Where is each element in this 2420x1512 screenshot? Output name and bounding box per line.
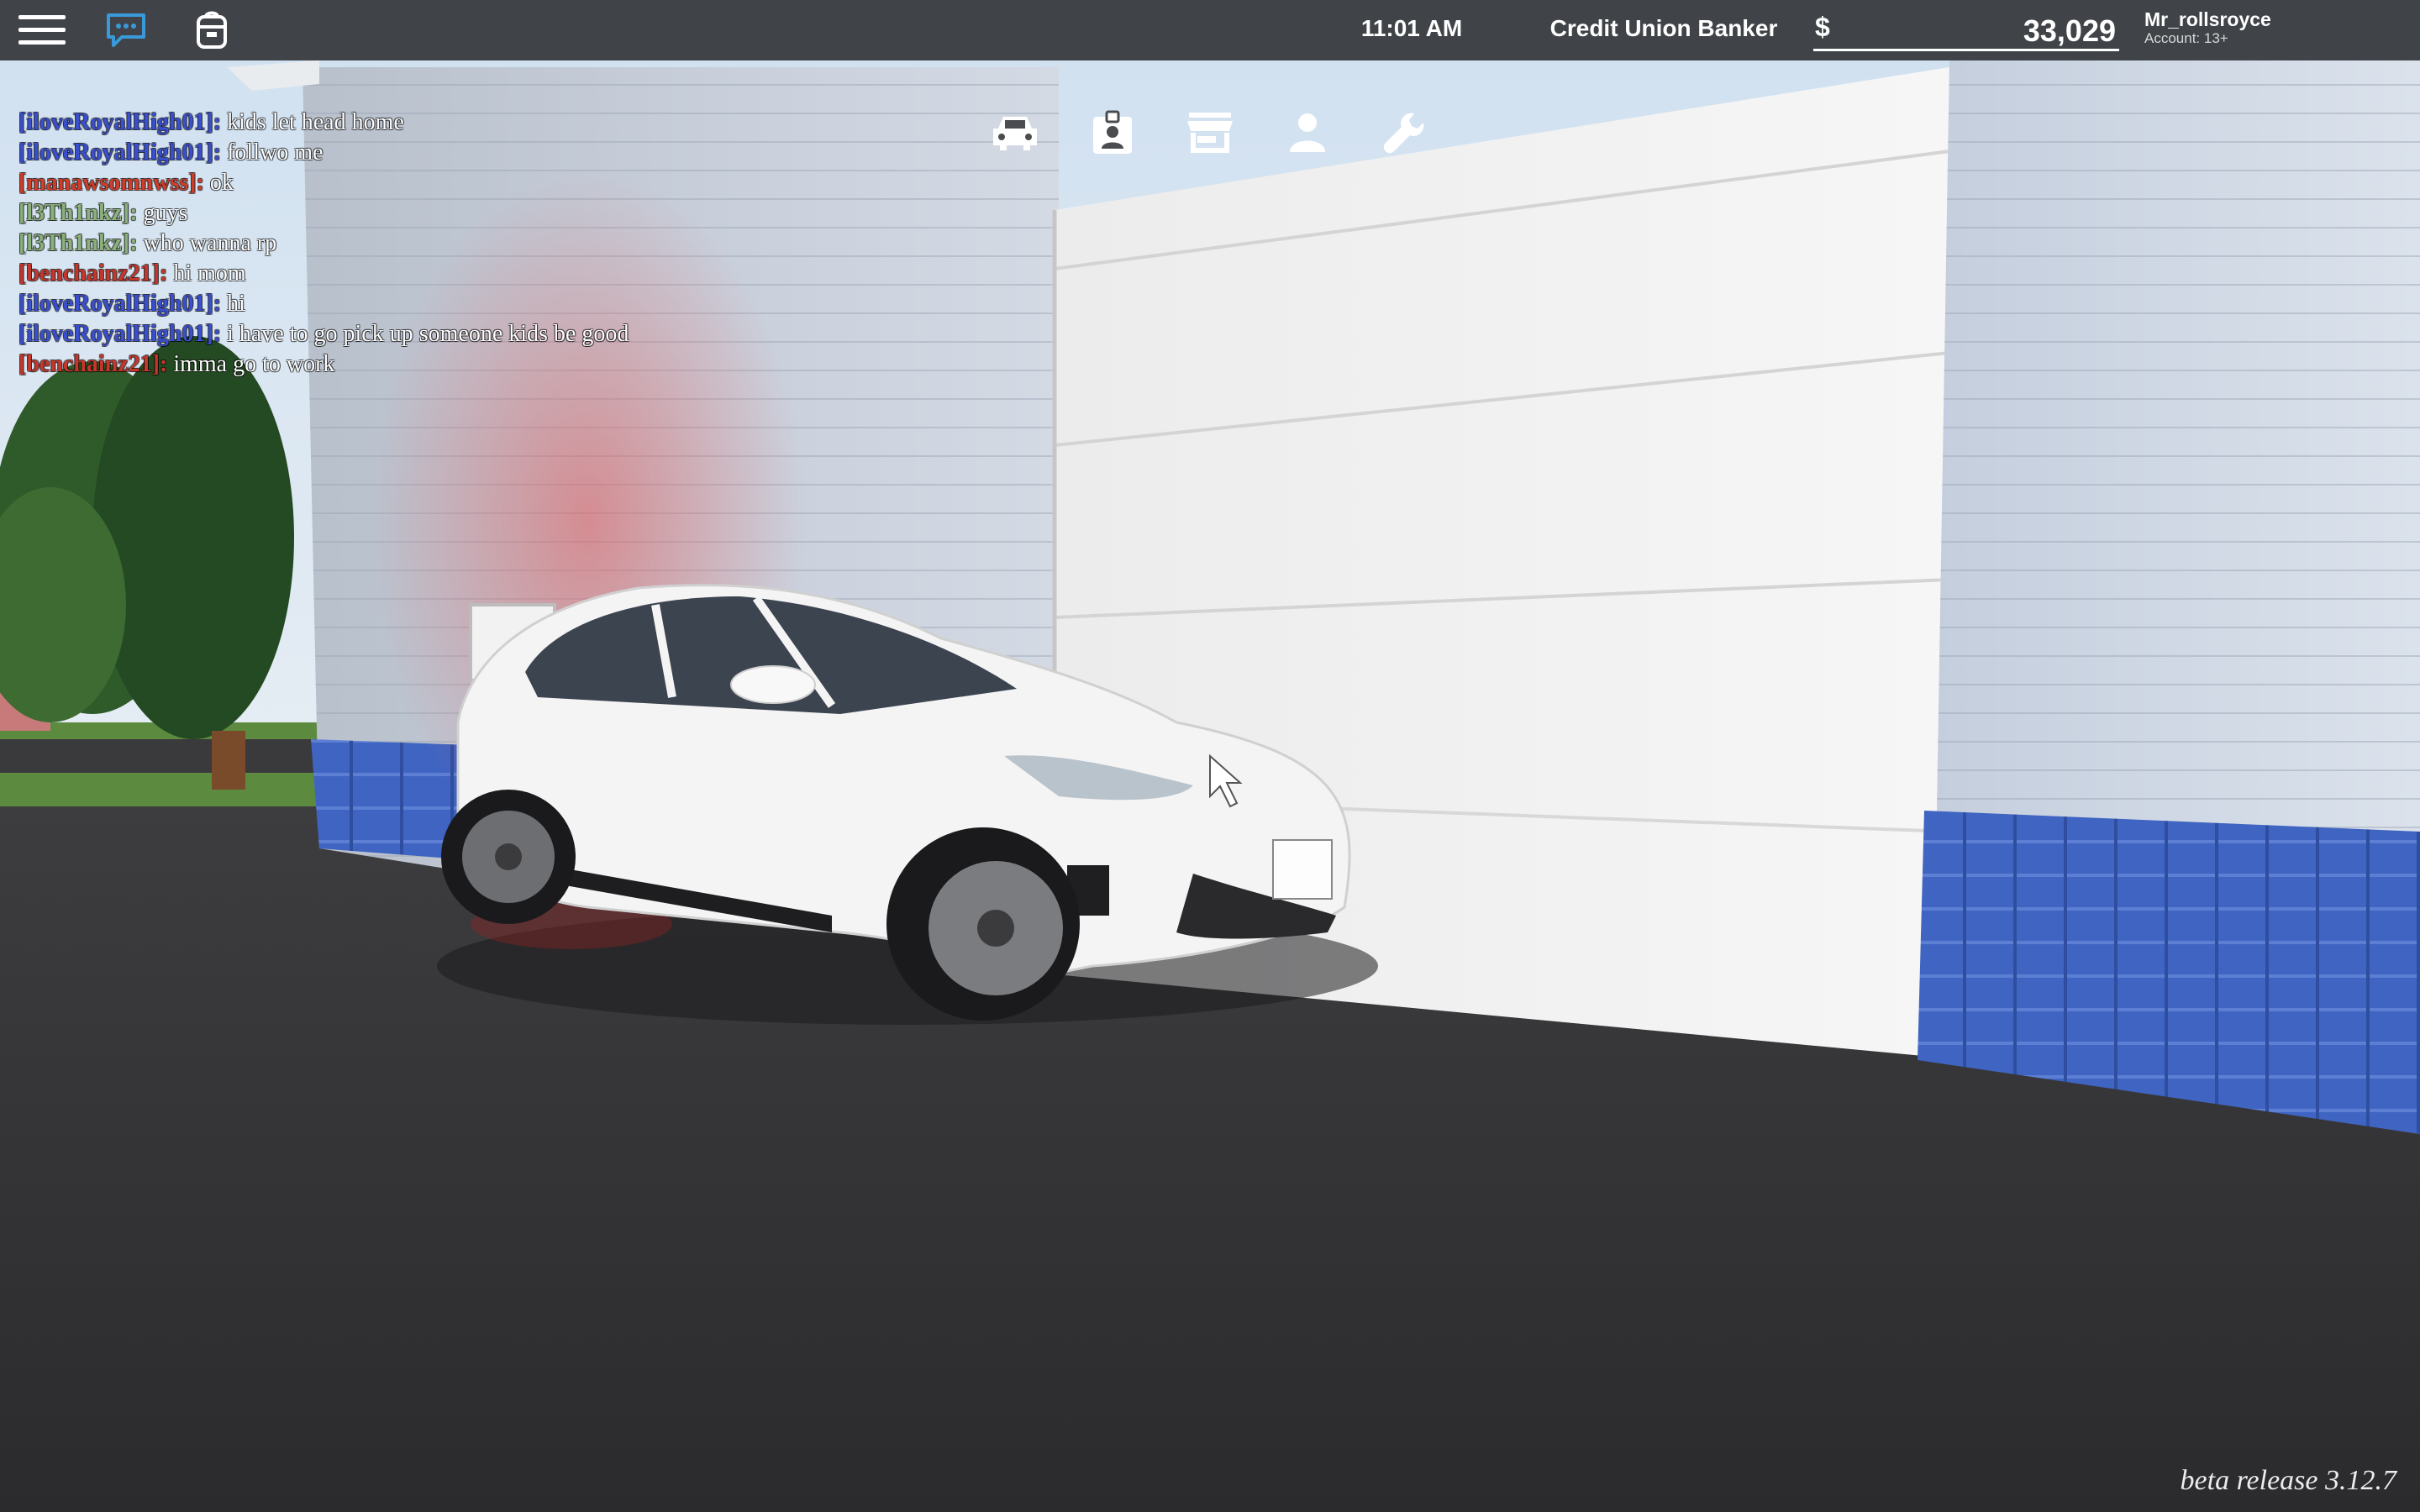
currency-symbol: $ <box>1815 12 1830 42</box>
user-info: Mr_rollsroyce Account: 13+ <box>2144 8 2396 55</box>
chat-text: kids let head home <box>227 109 404 135</box>
chat-sender: [iloveRoyalHigh01]: <box>18 321 222 347</box>
chat-text: imma go to work <box>173 351 335 377</box>
action-toolbar <box>975 99 1445 166</box>
backpack-icon[interactable] <box>182 0 242 60</box>
chat-text: hi mom <box>173 260 246 286</box>
chat-sender: [l3Th1nkz]: <box>18 200 138 226</box>
chat-sender: [iloveRoyalHigh01]: <box>18 109 222 135</box>
chat-message: [l3Th1nkz]: who wanna rp <box>18 228 859 259</box>
chat-text: follwo me <box>227 139 324 165</box>
chat-sender: [iloveRoyalHigh01]: <box>18 139 222 165</box>
chat-message: [l3Th1nkz]: guys <box>18 198 859 228</box>
chat-sender: [iloveRoyalHigh01]: <box>18 291 222 317</box>
chat-text: hi <box>227 291 245 317</box>
username: Mr_rollsroyce <box>2144 8 2271 30</box>
game-clock: 11:01 AM <box>1360 15 1463 41</box>
money-amount: 33,029 <box>2023 13 2116 48</box>
chat-text: i have to go pick up someone kids be goo… <box>227 321 629 347</box>
hamburger-menu-icon[interactable] <box>12 0 72 60</box>
chat-sender: [manawsomnwss]: <box>18 170 204 196</box>
chat-bubble-icon[interactable] <box>96 0 156 60</box>
money-display: $ 33,029 <box>1813 8 2119 51</box>
chat-message: [iloveRoyalHigh01]: i have to go pick up… <box>18 319 859 349</box>
version-label: beta release 3.12.7 <box>2180 1465 2396 1496</box>
chat-message: [benchainz21]: imma go to work <box>18 349 859 380</box>
person-icon[interactable] <box>1267 99 1348 166</box>
chat-text: who wanna rp <box>143 230 277 256</box>
chat-text: ok <box>209 170 234 196</box>
store-icon[interactable] <box>1170 99 1250 166</box>
job-title: Credit Union Banker <box>1549 15 1778 41</box>
chat-message: [iloveRoyalHigh01]: follwo me <box>18 138 859 168</box>
chat-message: [iloveRoyalHigh01]: kids let head home <box>18 108 859 138</box>
account-age: Account: 13+ <box>2144 30 2228 46</box>
top-bar: 11:01 AM Credit Union Banker $ 33,029 Mr… <box>0 0 2420 60</box>
chat-text: guys <box>143 200 188 226</box>
wrench-icon[interactable] <box>1365 99 1445 166</box>
chat-sender: [l3Th1nkz]: <box>18 230 138 256</box>
chat-sender: [benchainz21]: <box>18 260 168 286</box>
car-icon[interactable] <box>975 99 1055 166</box>
id-badge-icon[interactable] <box>1072 99 1153 166</box>
chat-message: [manawsomnwss]: ok <box>18 168 859 198</box>
chat-log: [iloveRoyalHigh01]: kids let head home [… <box>18 108 859 380</box>
chat-sender: [benchainz21]: <box>18 351 168 377</box>
chat-message: [benchainz21]: hi mom <box>18 259 859 289</box>
chat-message: [iloveRoyalHigh01]: hi <box>18 289 859 319</box>
